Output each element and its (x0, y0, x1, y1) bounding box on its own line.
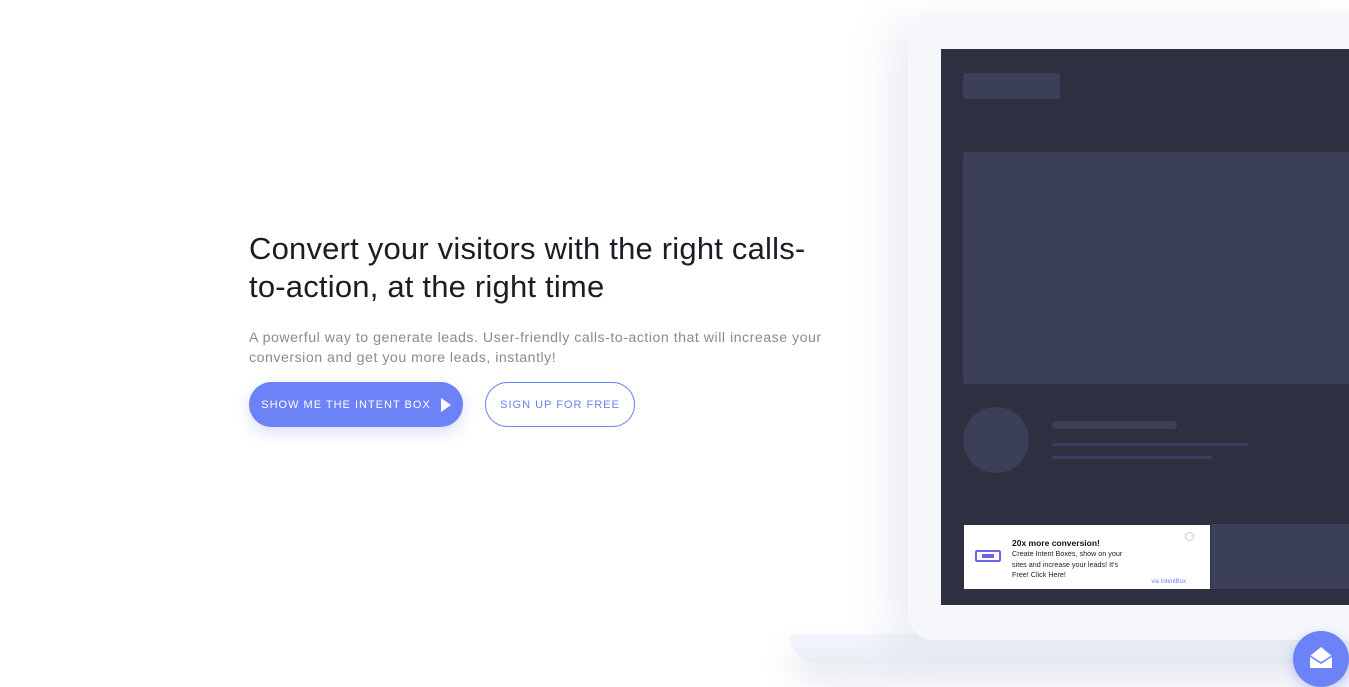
envelope-icon (1309, 647, 1333, 668)
skeleton-title-line (1052, 421, 1177, 429)
laptop-screen: 20x more conversion! Create Intent Boxes… (941, 49, 1349, 605)
chat-widget-button[interactable] (1293, 631, 1349, 687)
popup-title: 20x more conversion! (1012, 538, 1100, 548)
skeleton-text-line (1052, 456, 1212, 459)
intent-box-popup[interactable]: 20x more conversion! Create Intent Boxes… (964, 525, 1210, 589)
skeleton-hero-image (963, 152, 1349, 384)
sign-up-button[interactable]: SIGN UP FOR FREE (485, 382, 635, 427)
skeleton-block (1211, 524, 1349, 589)
skeleton-logo (963, 73, 1060, 99)
popup-body: Create Intent Boxes, show on your sites … (1012, 549, 1123, 579)
intent-box-logo-icon (975, 550, 1001, 562)
headline-line-2: to-action, at the right time (249, 269, 605, 304)
close-icon[interactable] (1185, 532, 1194, 541)
skeleton-text-line (1052, 443, 1248, 446)
headline-line-1: Convert your visitors with the right cal… (249, 231, 806, 266)
show-intent-box-label: SHOW ME THE INTENT BOX (261, 398, 431, 411)
sign-up-label: SIGN UP FOR FREE (500, 398, 620, 411)
popup-brand: via IntentBox (1151, 579, 1186, 585)
hero-headline: Convert your visitors with the right cal… (249, 230, 889, 306)
skeleton-avatar (963, 407, 1029, 473)
hero: Convert your visitors with the right cal… (249, 230, 889, 368)
hero-subtitle: A powerful way to generate leads. User-f… (249, 330, 822, 366)
cta-buttons: SHOW ME THE INTENT BOX SIGN UP FOR FREE (249, 382, 635, 427)
show-intent-box-button[interactable]: SHOW ME THE INTENT BOX (249, 382, 463, 427)
play-icon (440, 397, 451, 412)
